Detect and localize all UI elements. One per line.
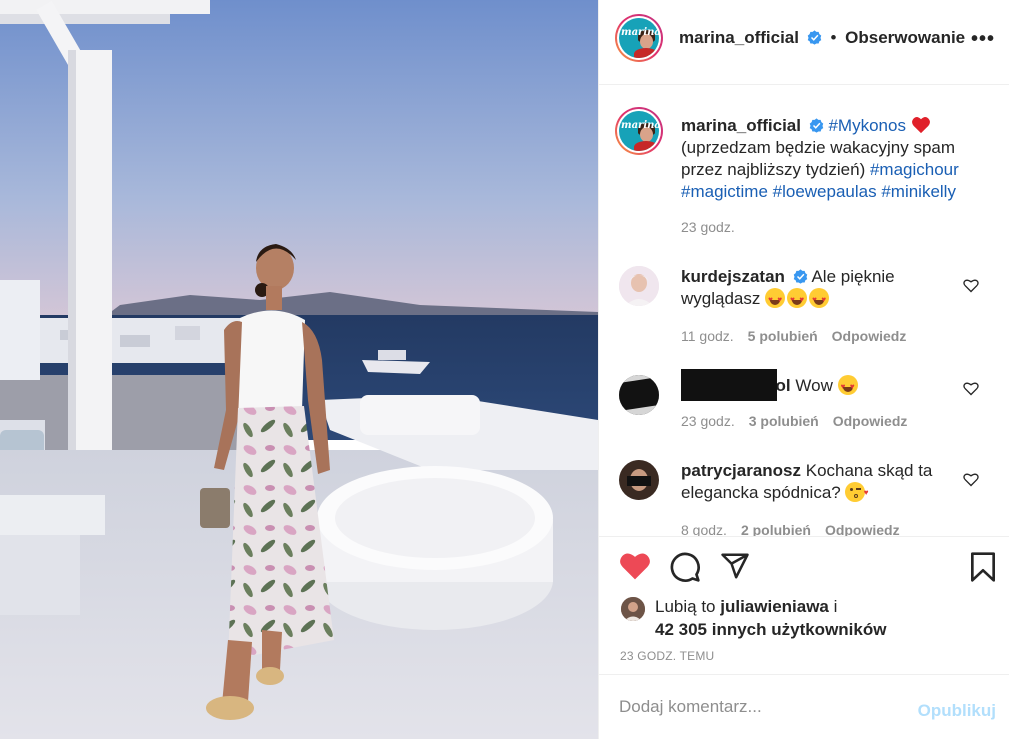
reply-button[interactable]: Odpowiedz — [833, 413, 908, 429]
caption-text: marina_official #Mykonos (uprzedzam będz… — [681, 115, 991, 203]
commenter-avatar[interactable] — [619, 266, 659, 306]
liker-username[interactable]: juliawieniawa — [720, 597, 829, 616]
comment-meta: 8 godz. 2 polubień Odpowiedz — [681, 522, 900, 536]
comment-time[interactable]: 23 godz. — [681, 413, 735, 429]
comment-meta: 11 godz. 5 polubień Odpowiedz — [681, 328, 906, 344]
header-author-line: marina_official • Obserwowanie — [679, 28, 965, 48]
post-side-panel: marina marina_official • Obserwowanie ••… — [598, 0, 1009, 739]
commenter-username[interactable]: kurdejszatan — [681, 267, 785, 286]
caption-avatar[interactable]: marina — [615, 107, 663, 155]
liker-avatar[interactable] — [621, 597, 645, 621]
comment-likes-count[interactable]: 3 polubień — [749, 413, 819, 429]
post-timestamp[interactable]: 23 GODZ. TEMU — [620, 649, 714, 663]
reply-button[interactable]: Odpowiedz — [832, 328, 907, 344]
heart-eyes-emoji-icon — [765, 288, 786, 311]
comment-item: xxxxxxxxxxol Wow 23 godz. 3 polubień Odpow… — [615, 369, 995, 435]
verified-badge-icon — [809, 118, 823, 133]
author-avatar[interactable]: marina — [615, 14, 663, 62]
hashtag-link[interactable]: #Mykonos — [828, 116, 905, 135]
comment-likes-count[interactable]: 5 polubień — [748, 328, 818, 344]
commenter-avatar[interactable] — [619, 460, 659, 500]
comment-time[interactable]: 11 godz. — [681, 328, 734, 344]
post-photo[interactable] — [0, 0, 598, 739]
commenter-username[interactable]: patrycjaranosz — [681, 461, 801, 480]
comment-meta: 23 godz. 3 polubień Odpowiedz — [681, 413, 907, 429]
reply-button[interactable]: Odpowiedz — [825, 522, 900, 536]
share-icon[interactable] — [719, 551, 751, 581]
caption-time[interactable]: 23 godz. — [681, 219, 735, 235]
verified-badge-icon — [807, 30, 821, 45]
comment-like-heart-icon[interactable] — [963, 381, 979, 396]
follow-state-button[interactable]: Obserwowanie — [845, 28, 965, 47]
caption-avatar-brand-text: marina — [621, 120, 659, 131]
comment-input[interactable] — [619, 697, 899, 717]
comment-text: kurdejszatan Ale pięknie wyglądasz — [681, 266, 961, 311]
likes-suffix: i — [828, 597, 838, 616]
comment-body: Wow — [795, 376, 833, 395]
comment-icon[interactable] — [669, 551, 701, 583]
kissing-face-emoji-icon: ♥ — [845, 482, 868, 502]
separator-dot: • — [830, 28, 837, 47]
heart-eyes-emoji-icon — [837, 375, 858, 398]
comments-list[interactable]: marina marina_official #Mykonos (uprzedz… — [599, 85, 1009, 536]
redacted-username — [681, 369, 777, 401]
post-header: marina marina_official • Obserwowanie ••… — [599, 0, 1009, 85]
red-heart-emoji-icon — [911, 117, 930, 134]
publish-button[interactable]: Opublikuj — [918, 701, 996, 721]
heart-filled-icon[interactable] — [619, 551, 651, 581]
comment-text: patrycjaranosz Kochana skąd ta elegancka… — [681, 460, 961, 504]
more-options-icon[interactable]: ••• — [971, 28, 995, 51]
commenter-avatar[interactable] — [619, 375, 659, 415]
likes-prefix: Lubią to — [655, 597, 721, 616]
heart-eyes-emoji-icon — [809, 288, 830, 311]
comment-like-heart-icon[interactable] — [963, 472, 979, 487]
comment-item: kurdejszatan Ale pięknie wyglądasz 11 go… — [615, 266, 995, 346]
commenter-username-tail[interactable]: ol — [776, 376, 791, 395]
bookmark-icon[interactable] — [969, 551, 997, 583]
comment-text: xxxxxxxxxxol Wow — [681, 369, 961, 401]
avatar-brand-text: marina — [621, 27, 659, 38]
comment-time[interactable]: 8 godz. — [681, 522, 727, 536]
post-image — [0, 0, 598, 739]
verified-badge-icon — [793, 269, 807, 284]
comment-like-heart-icon[interactable] — [963, 278, 979, 293]
post-actions: Lubią to juliawieniawa i 42 305 innych u… — [599, 536, 1009, 674]
likes-others-count[interactable]: 42 305 innych użytkowników — [655, 620, 886, 639]
caption-username[interactable]: marina_official — [681, 116, 801, 135]
add-comment-bar: Opublikuj — [599, 674, 1009, 739]
author-username[interactable]: marina_official — [679, 28, 799, 47]
comment-item: patrycjaranosz Kochana skąd ta elegancka… — [615, 460, 995, 536]
comment-likes-count[interactable]: 2 polubień — [741, 522, 811, 536]
heart-eyes-emoji-icon — [787, 288, 808, 311]
